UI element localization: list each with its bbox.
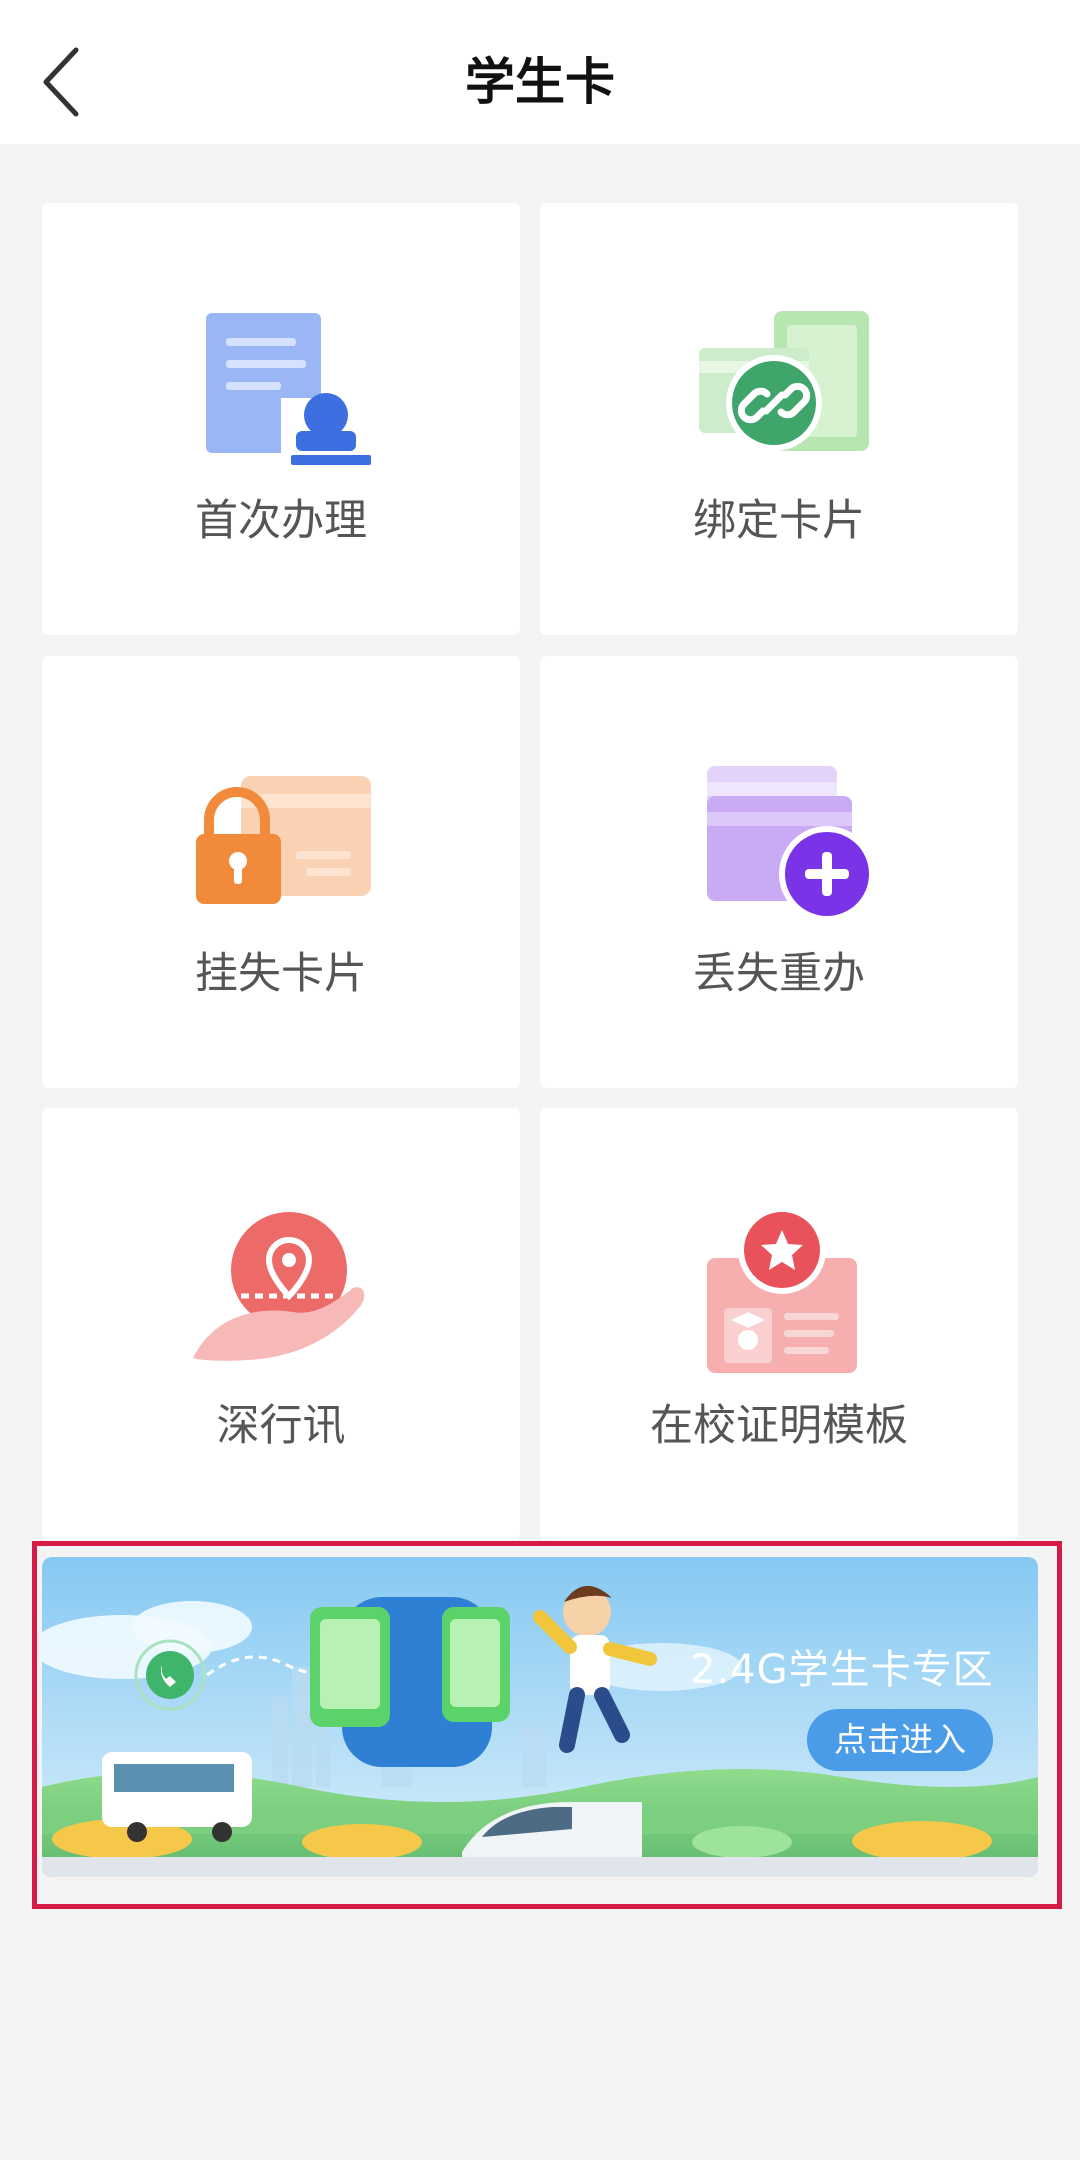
- tile-report-lost-card[interactable]: 挂失卡片: [42, 656, 520, 1088]
- enter-button[interactable]: 点击进入: [807, 1709, 993, 1771]
- tile-label: 挂失卡片: [195, 949, 367, 999]
- tile-label: 绑定卡片: [693, 496, 865, 546]
- tile-enrollment-certificate-template[interactable]: 在校证明模板: [540, 1108, 1018, 1540]
- lock-card-icon: [196, 776, 371, 904]
- add-card-icon: [707, 766, 875, 922]
- tile-label: 丢失重办: [693, 949, 865, 999]
- tile-label: 在校证明模板: [650, 1401, 908, 1451]
- tile-bind-card[interactable]: 绑定卡片: [540, 203, 1018, 635]
- tile-label: 深行讯: [216, 1401, 346, 1451]
- id-document-person-icon: [206, 313, 371, 465]
- tile-shenxingxun[interactable]: 深行讯: [42, 1108, 520, 1540]
- banner-title: 2.4G学生卡专区: [690, 1647, 994, 1693]
- certificate-star-icon: [707, 1208, 857, 1373]
- location-hand-icon: [193, 1212, 365, 1361]
- student-card-zone-banner[interactable]: 2.4G学生卡专区 点击进入: [42, 1557, 1038, 1877]
- tile-reissue-lost-card[interactable]: 丢失重办: [540, 656, 1018, 1088]
- page-title: 学生卡: [465, 53, 615, 111]
- tile-label: 首次办理: [195, 496, 367, 546]
- link-card-icon: [699, 311, 869, 451]
- tile-first-application[interactable]: 首次办理: [42, 203, 520, 635]
